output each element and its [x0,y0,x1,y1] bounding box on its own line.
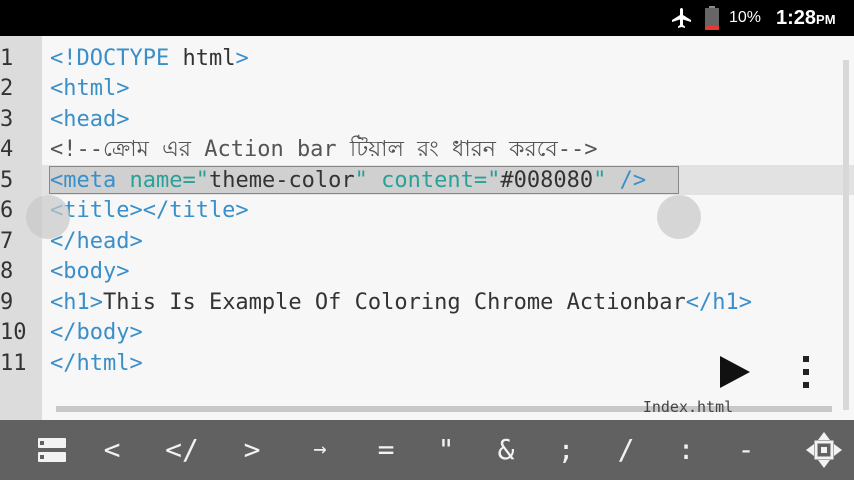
code-line[interactable]: <html> [50,74,129,104]
airplane-mode-icon [672,8,691,28]
code-token-attr: content= [367,168,488,193]
line-number: 1 [0,46,14,71]
code-token-tag: </h1> [685,290,753,315]
line-number: 8 [0,259,14,284]
code-token-text: This Is Example Of Coloring Chrome Actio… [102,290,686,315]
code-token-tag: <meta [50,168,117,193]
code-token-quote: " [593,168,607,193]
menu-icon[interactable] [36,434,68,466]
insert-lt-button[interactable]: < [90,430,134,470]
clock-ampm: PM [816,12,836,27]
clock: 1:28PM [776,7,836,30]
code-token-value: theme-color [208,168,355,193]
insert-equals-button[interactable]: = [364,430,408,470]
symbol-toolbar: < </ > → = " & ; / : - [0,420,854,480]
insert-close-tag-button[interactable]: </ [160,430,204,470]
code-token-tag: </head> [50,229,143,254]
code-token-value: #008080 [500,168,594,193]
move-cursor-icon[interactable] [804,430,844,470]
code-line[interactable]: <!DOCTYPE html> [50,44,249,74]
status-bar: 10% 1:28PM [0,0,854,36]
battery-percent: 10% [729,9,762,26]
code-token-quote: " [487,168,501,193]
code-token-attr: name= [116,168,196,193]
battery-icon [705,6,719,30]
clock-time: 1:28 [776,7,817,29]
code-token-tag: /> [606,168,647,193]
line-number: 2 [0,76,14,101]
code-line[interactable]: </html> [50,349,143,379]
code-line[interactable]: <!--ক্রোম এর Action bar টিয়াল রং ধারন ক… [50,135,598,165]
run-preview-button[interactable] [712,350,756,394]
code-token-tag: > [235,46,249,71]
insert-gt-button[interactable]: > [230,430,274,470]
insert-dash-button[interactable]: - [724,430,768,470]
insert-semicolon-button[interactable]: ; [544,430,588,470]
code-line[interactable]: </body> [50,318,143,348]
line-number: 9 [0,290,14,315]
code-line[interactable]: <title></title> [50,196,249,226]
code-token-tag: <html> [50,76,130,101]
code-token-tag: </body> [50,320,143,345]
selection-end-handle[interactable] [657,195,701,239]
line-number: 10 [0,320,27,345]
line-number: 7 [0,229,14,254]
insert-tab-button[interactable]: → [298,430,342,470]
code-token-tag: <!DOCTYPE [50,46,170,71]
filename-label: Index.html [642,398,734,416]
line-number: 11 [0,351,27,376]
code-token-text: html [169,46,236,71]
vertical-scrollbar[interactable] [843,60,849,410]
insert-colon-button[interactable]: : [664,430,708,470]
code-token-quote: " [195,168,209,193]
insert-quote-button[interactable]: " [424,430,468,470]
selection-start-handle[interactable] [26,195,70,239]
code-token-tag: </html> [50,351,143,376]
code-token-comment: <!--ক্রোম এর Action bar টিয়াল রং ধারন ক… [50,137,598,162]
insert-ampersand-button[interactable]: & [484,430,528,470]
code-token-tag: <h1> [50,290,103,315]
code-token-tag: <head> [50,107,130,132]
code-line[interactable]: <head> [50,105,129,135]
line-number: 4 [0,137,14,162]
code-token-tag: <body> [50,259,130,284]
insert-slash-button[interactable]: / [604,430,648,470]
line-number: 3 [0,107,14,132]
code-line-selected[interactable]: <meta name="theme-color" content="#00808… [50,166,646,196]
code-token-tag: <title></title> [50,198,249,223]
more-options-icon[interactable] [794,352,818,392]
line-number: 5 [0,168,14,193]
code-token-quote: " [354,168,368,193]
code-line[interactable]: <body> [50,257,129,287]
code-line[interactable]: <h1>This Is Example Of Coloring Chrome A… [50,288,752,318]
